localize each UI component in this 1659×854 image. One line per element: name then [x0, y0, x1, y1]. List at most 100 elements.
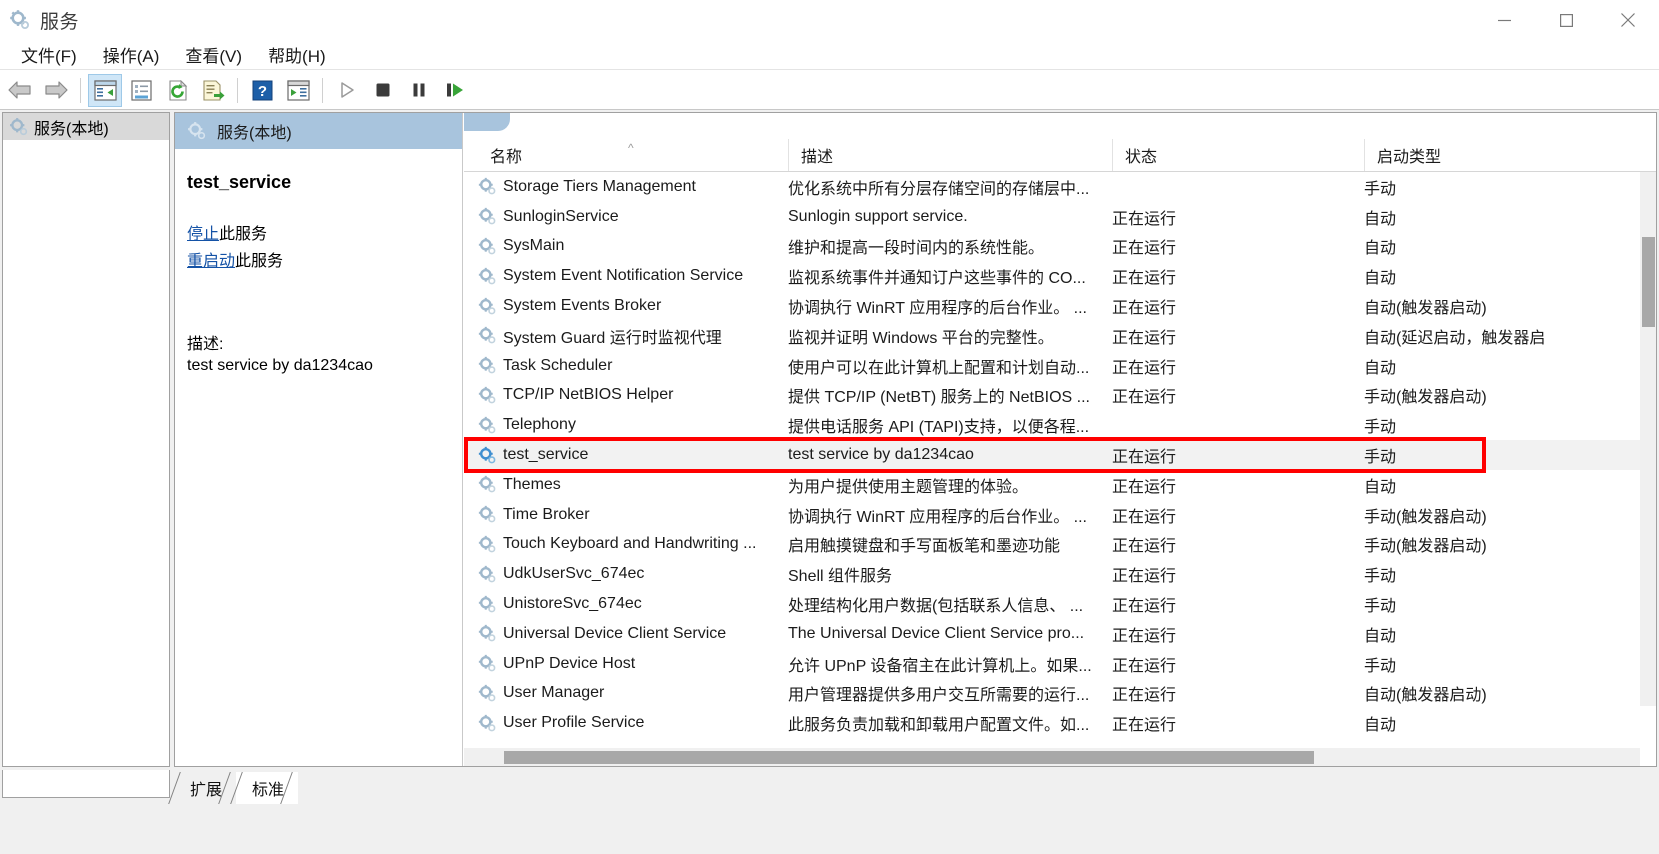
- row-service-name-label: Telephony: [503, 416, 576, 434]
- row-service-name-label: System Guard 运行时监视代理: [503, 329, 722, 347]
- table-row[interactable]: Task Scheduler 使用户可以在此计算机上配置和计划自动... 正在运行 自…: [464, 351, 1656, 381]
- minimize-icon[interactable]: [1473, 0, 1535, 40]
- row-service-startup-type: 自动: [1364, 359, 1397, 377]
- row-service-description: 允许 UPnP 设备宿主在此计算机上。如果...: [788, 657, 1092, 675]
- table-row[interactable]: Telephony 提供电话服务 API (TAPI)支持，以便各程... 手动: [464, 410, 1656, 440]
- column-header-status[interactable]: 状态: [1112, 139, 1364, 171]
- menu-file[interactable]: 文件(F): [10, 40, 88, 69]
- row-service-startup-type: 自动: [1364, 210, 1397, 228]
- table-row[interactable]: SysMain 维护和提高一段时间内的系统性能。 正在运行 自动: [464, 232, 1656, 262]
- row-service-name-label: Task Scheduler: [503, 356, 613, 374]
- vertical-scrollbar[interactable]: [1640, 172, 1656, 706]
- row-service-description: 此服务负责加载和卸载用户配置文件。如...: [788, 717, 1090, 735]
- column-header-startup-type-label: 启动类型: [1377, 149, 1442, 166]
- service-gear-icon: [478, 416, 497, 435]
- vertical-scrollbar-thumb[interactable]: [1642, 237, 1655, 327]
- row-service-name-label: Storage Tiers Management: [503, 177, 696, 195]
- row-service-description: 提供电话服务 API (TAPI)支持，以便各程...: [788, 419, 1090, 437]
- row-service-status: 正在运行: [1112, 210, 1177, 228]
- row-service-startup-type: 自动: [1364, 478, 1397, 496]
- stop-service-link[interactable]: 停止: [187, 226, 219, 243]
- row-service-name-label: Themes: [503, 475, 561, 493]
- row-service-description: 使用户可以在此计算机上配置和计划自动...: [788, 359, 1090, 377]
- table-row[interactable]: System Event Notification Service 监视系统事件并…: [464, 261, 1656, 291]
- help-icon[interactable]: ?: [245, 74, 279, 107]
- column-header-name-label: 名称: [490, 149, 523, 166]
- forward-icon[interactable]: [39, 74, 73, 107]
- console-tree-pane-footer: [2, 770, 170, 798]
- back-icon[interactable]: [3, 74, 37, 107]
- row-service-name: System Event Notification Service: [478, 261, 778, 291]
- close-icon[interactable]: [1597, 0, 1659, 40]
- table-row[interactable]: System Guard 运行时监视代理 监视并证明 Windows 平台的完整性…: [464, 321, 1656, 351]
- column-header-startup-type[interactable]: 启动类型: [1364, 139, 1640, 171]
- row-service-name-label: UnistoreSvc_674ec: [503, 595, 642, 613]
- tab-extended[interactable]: 扩展: [168, 772, 242, 804]
- horizontal-scrollbar-thumb[interactable]: [504, 751, 1314, 764]
- menu-view[interactable]: 查看(V): [174, 40, 253, 69]
- export-list-icon[interactable]: [196, 74, 230, 107]
- table-row[interactable]: UdkUserSvc_674ec Shell 组件服务 正在运行 手动: [464, 559, 1656, 589]
- tab-standard[interactable]: 标准: [230, 772, 304, 804]
- title-bar: 服务: [0, 0, 1659, 40]
- selected-service-name: test_service: [187, 172, 292, 192]
- horizontal-scrollbar[interactable]: [464, 748, 1640, 766]
- row-service-status: 正在运行: [1112, 508, 1177, 526]
- table-row[interactable]: UPnP Device Host 允许 UPnP 设备宿主在此计算机上。如果...…: [464, 649, 1656, 679]
- row-service-status: 正在运行: [1112, 449, 1177, 467]
- service-gear-icon: [478, 624, 497, 643]
- restart-service-link[interactable]: 重启动: [187, 253, 235, 270]
- service-gear-icon: [478, 654, 497, 673]
- stop-service-icon[interactable]: [366, 74, 400, 107]
- table-row[interactable]: Themes 为用户提供使用主题管理的体验。 正在运行 自动: [464, 470, 1656, 500]
- service-gear-icon: [478, 714, 497, 733]
- table-row[interactable]: User Manager 用户管理器提供多用户交互所需要的运行... 正在运行 自动(…: [464, 679, 1656, 709]
- services-gear-icon: [9, 9, 31, 31]
- table-row[interactable]: Storage Tiers Management 优化系统中所有分层存储空间的存储…: [464, 172, 1656, 202]
- column-header-name[interactable]: 名称 ^: [478, 139, 788, 171]
- sort-ascending-icon: ^: [628, 141, 634, 155]
- row-service-status: 正在运行: [1112, 389, 1177, 407]
- toolbar-separator: [80, 77, 81, 103]
- start-service-icon[interactable]: [330, 74, 364, 107]
- services-gear-icon: [187, 121, 207, 141]
- service-gear-icon: [478, 446, 497, 465]
- table-row[interactable]: System Events Broker 协调执行 WinRT 应用程序的后台作业…: [464, 291, 1656, 321]
- show-action-pane-icon[interactable]: [281, 74, 315, 107]
- row-service-name: UnistoreSvc_674ec: [478, 589, 778, 619]
- properties-icon[interactable]: [124, 74, 158, 107]
- table-row[interactable]: SunloginService Sunlogin support service.…: [464, 202, 1656, 232]
- row-service-name-label: test_service: [503, 446, 589, 464]
- services-list-view: 名称 ^ 描述 状态 启动类型 Storage Tiers Management…: [464, 113, 1656, 766]
- table-row[interactable]: TCP/IP NetBIOS Helper 提供 TCP/IP (NetBT) 服…: [464, 381, 1656, 411]
- row-service-startup-type: 自动: [1364, 240, 1397, 258]
- row-service-description: Sunlogin support service.: [788, 207, 968, 225]
- stop-service-suffix: 此服务: [219, 226, 268, 243]
- service-gear-icon: [478, 565, 497, 584]
- table-row[interactable]: Universal Device Client Service The Unive…: [464, 619, 1656, 649]
- tree-node-services-local[interactable]: 服务(本地): [3, 113, 169, 140]
- service-gear-icon: [478, 326, 497, 345]
- table-row[interactable]: UnistoreSvc_674ec 处理结构化用户数据(包括联系人信息、 ... 正…: [464, 589, 1656, 619]
- restart-service-icon[interactable]: [438, 74, 472, 107]
- column-header-description[interactable]: 描述: [788, 139, 1112, 171]
- show-hide-console-tree-icon[interactable]: [88, 73, 122, 107]
- table-row[interactable]: Touch Keyboard and Handwriting ... 启用触摸键盘…: [464, 530, 1656, 560]
- bottom-tab-bar: 扩展 标准: [0, 770, 1659, 854]
- row-service-description: 启用触摸键盘和手写面板笔和墨迹功能: [788, 538, 1061, 556]
- menu-action[interactable]: 操作(A): [92, 40, 171, 69]
- maximize-icon[interactable]: [1535, 0, 1597, 40]
- table-row[interactable]: test_service test service by da1234cao 正在运…: [464, 440, 1656, 470]
- row-service-description: 为用户提供使用主题管理的体验。: [788, 478, 1029, 496]
- tab-label: 标准: [252, 782, 285, 799]
- row-service-status: 正在运行: [1112, 359, 1177, 377]
- row-service-description: 优化系统中所有分层存储空间的存储层中...: [788, 180, 1090, 198]
- table-row[interactable]: Time Broker 协调执行 WinRT 应用程序的后台作业。 ... 正在运行…: [464, 500, 1656, 530]
- row-service-startup-type: 手动: [1364, 657, 1397, 675]
- row-service-name: test_service: [478, 440, 778, 470]
- refresh-icon[interactable]: [160, 74, 194, 107]
- description-label: 描述:: [187, 336, 224, 353]
- pause-service-icon[interactable]: [402, 74, 436, 107]
- menu-help[interactable]: 帮助(H): [257, 40, 337, 69]
- table-row[interactable]: User Profile Service 此服务负责加载和卸载用户配置文件。如..…: [464, 708, 1656, 738]
